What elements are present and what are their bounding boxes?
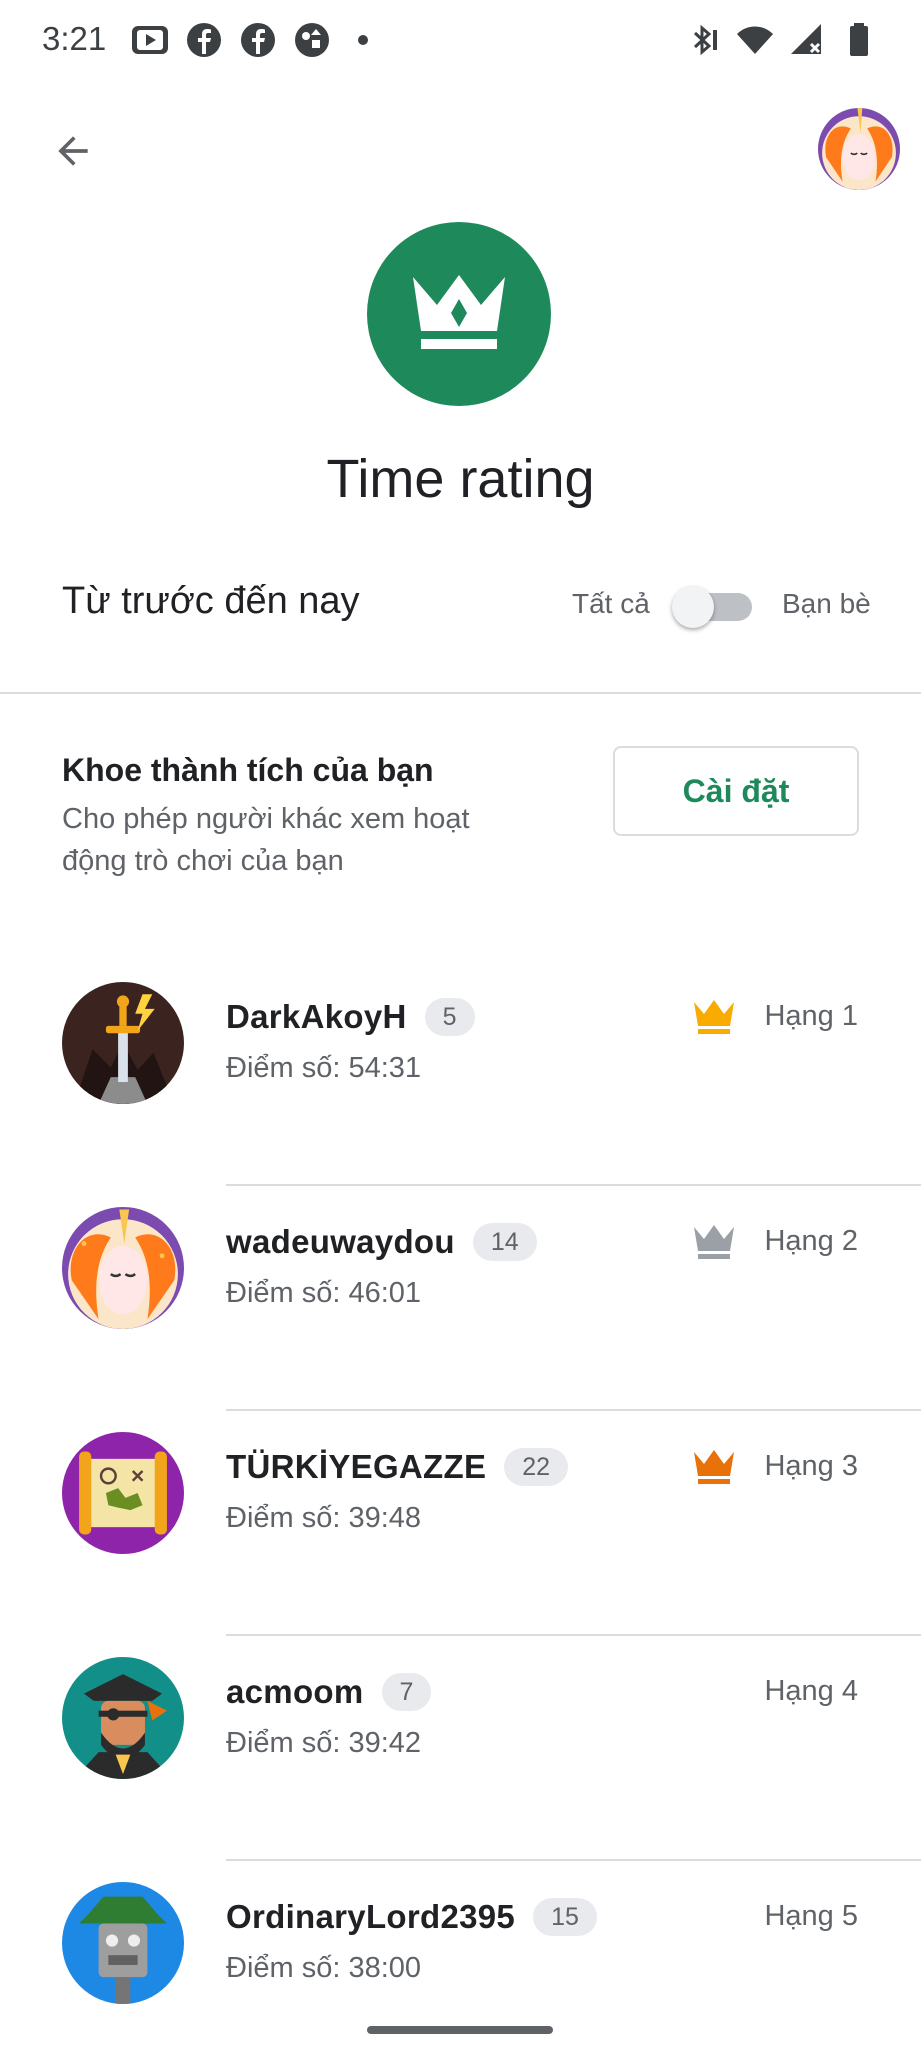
share-achievements-description: Cho phép người khác xem hoạt động trò ch… [62,803,470,877]
facebook-icon [187,23,221,57]
more-notifications-dot [358,35,368,45]
profile-avatar[interactable] [818,108,900,190]
player-score: Điểm số: 46:01 [226,1277,422,1309]
silver-crown-icon [694,1225,734,1259]
status-time: 3:21 [42,20,107,57]
player-score: Điểm số: 39:42 [226,1727,422,1759]
player-avatar [62,1207,184,1329]
leaderboard-row[interactable]: OrdinaryLord2395 15 Điểm số: 38:00 Hạng … [0,1862,921,2048]
player-rank: Hạng 5 [764,1900,858,1932]
robot-avatar-icon [62,1882,184,2004]
player-name: wadeuwaydou [226,1223,455,1260]
player-score: Điểm số: 38:00 [226,1952,422,1984]
player-avatar [62,1882,184,2004]
player-name: DarkAkoyH [226,998,407,1035]
player-name: acmoom [226,1673,364,1710]
player-name-line: wadeuwaydou 14 [226,1223,537,1261]
bluetooth-icon [693,24,717,56]
player-rank: Hạng 4 [764,1675,858,1707]
row-divider [226,1634,921,1636]
treasure-map-avatar-icon [62,1432,184,1554]
filter-all-label: Tất cả [572,588,650,619]
youtube-icon [132,26,168,54]
player-avatar [62,1657,184,1779]
leaderboard-row[interactable]: wadeuwaydou 14 Điểm số: 46:01 Hạng 2 [0,1187,921,1411]
player-name-line: DarkAkoyH 5 [226,998,475,1036]
player-rank: Hạng 2 [764,1225,858,1257]
player-rank: Hạng 3 [764,1450,858,1482]
share-achievements-title: Khoe thành tích của bạn [62,752,434,788]
settings-button[interactable]: Cài đặt [613,746,859,836]
row-divider [226,1859,921,1861]
toggle-knob [672,586,714,628]
player-avatar [62,1432,184,1554]
player-name-line: OrdinaryLord2395 15 [226,1898,597,1936]
battery-icon [850,23,868,56]
gold-crown-icon [694,1000,734,1034]
page-title: Time rating [326,449,595,509]
player-name: TÜRKİYEGAZZE [226,1448,487,1485]
bronze-crown-icon [694,1450,734,1484]
unicorn-avatar-icon [62,1207,184,1329]
player-level-badge: 14 [472,1223,537,1261]
leaderboard-row[interactable]: TÜRKİYEGAZZE 22 Điểm số: 39:48 Hạng 3 [0,1412,921,1636]
player-level-badge: 15 [533,1898,597,1936]
gesture-nav-handle[interactable] [367,2026,553,2034]
pirate-avatar-icon [62,1657,184,1779]
row-divider [226,1184,921,1186]
sword-avatar-icon [62,982,184,1104]
player-level-badge: 7 [381,1673,432,1711]
facebook-icon [241,23,275,57]
leaderboard-row[interactable]: DarkAkoyH 5 Điểm số: 54:31 Hạng 1 [0,962,921,1186]
player-level-badge: 5 [424,998,475,1036]
leaderboard-row[interactable]: acmoom 7 Điểm số: 39:42 Hạng 4 [0,1637,921,1861]
system-icons [683,20,879,60]
status-bar: 3:21 [0,0,921,84]
divider [0,692,921,694]
player-score: Điểm số: 39:48 [226,1502,422,1534]
player-name-line: acmoom 7 [226,1673,432,1711]
filter-friends-label: Bạn bè [782,588,871,619]
games-icon [295,23,329,57]
player-name: OrdinaryLord2395 [226,1898,516,1935]
row-divider [226,1409,921,1411]
wifi-icon [737,26,773,54]
back-button[interactable] [38,116,108,186]
player-name-line: TÜRKİYEGAZZE 22 [226,1448,569,1486]
period-filter-label[interactable]: Từ trước đến nay [62,580,360,623]
player-rank: Hạng 1 [764,1000,858,1032]
leaderboard-hero-icon [367,222,551,406]
arrow-back-icon [58,136,88,166]
unicorn-avatar-icon [818,108,900,190]
friends-toggle[interactable] [672,586,754,628]
no-signal-icon [791,24,821,54]
player-score: Điểm số: 54:31 [226,1052,422,1084]
crown-icon [413,275,505,349]
player-level-badge: 22 [504,1448,569,1486]
player-avatar [62,982,184,1104]
notification-icons [130,20,368,60]
